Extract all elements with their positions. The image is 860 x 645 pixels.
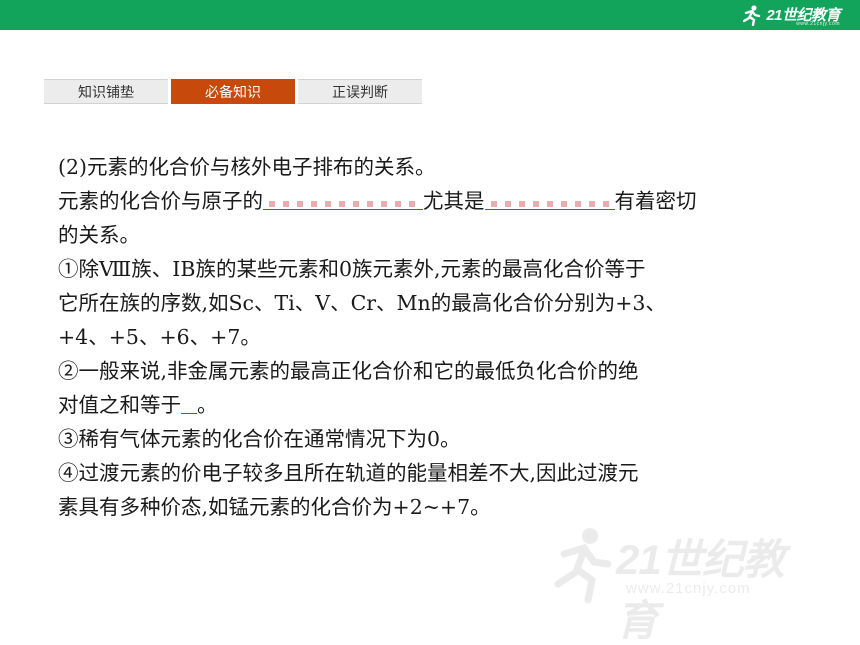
content-line: 素具有多种价态,如锰元素的化合价为+2~+7。 <box>58 495 491 519</box>
content-line: 元素的化合价与原子的 尤其是 有着密切 <box>58 184 818 218</box>
content-line: ③稀有气体元素的化合价在通常情况下为0。 <box>58 427 461 451</box>
content-line: ①除Ⅷ族、ⅠB族的某些元素和0族元素外,元素的最高化合价等于 <box>58 257 646 281</box>
lesson-content: (2)元素的化合价与核外电子排布的关系。 元素的化合价与原子的 尤其是 有着密切 的… <box>58 150 818 524</box>
fill-blank-3[interactable] <box>181 388 197 414</box>
tab-knowledge-foundation[interactable]: 知识铺垫 <box>44 79 168 104</box>
watermark-text: 21世纪教育 <box>616 536 785 644</box>
content-line: (2)元素的化合价与核外电子排布的关系。 <box>58 155 436 179</box>
logo-subtext: www.21cnjy.com <box>796 21 840 27</box>
fill-blank-1[interactable] <box>263 184 423 210</box>
site-logo: 21世纪教育 www.21cnjy.com <box>740 3 840 27</box>
content-line: 它所在族的序数,如Sc、Ti、V、Cr、Mn的最高化合价分别为+3、 <box>58 291 666 315</box>
watermark-subtext: www.21cnjy.com <box>626 580 751 597</box>
tab-essential-knowledge[interactable]: 必备知识 <box>171 79 295 104</box>
tab-true-false-judgment[interactable]: 正误判断 <box>298 79 422 104</box>
fill-blank-2[interactable] <box>484 184 615 210</box>
section-tabs: 知识铺垫 必备知识 正误判断 <box>44 79 422 104</box>
content-line: +4、+5、+6、+7。 <box>58 325 261 349</box>
content-line: ②一般来说,非金属元素的最高正化合价和它的最低负化合价的绝 <box>58 359 639 383</box>
top-header-bar: 21世纪教育 www.21cnjy.com <box>0 0 860 30</box>
watermark-runner-icon <box>554 528 612 604</box>
content-line: 对值之和等于。 <box>58 388 818 422</box>
content-line: 的关系。 <box>58 223 140 247</box>
watermark-logo: 21世纪教育 www.21cnjy.com <box>548 520 818 644</box>
content-line: ④过渡元素的价电子较多且所在轨道的能量相差不大,因此过渡元 <box>58 461 639 485</box>
runner-logo-icon <box>743 5 761 26</box>
